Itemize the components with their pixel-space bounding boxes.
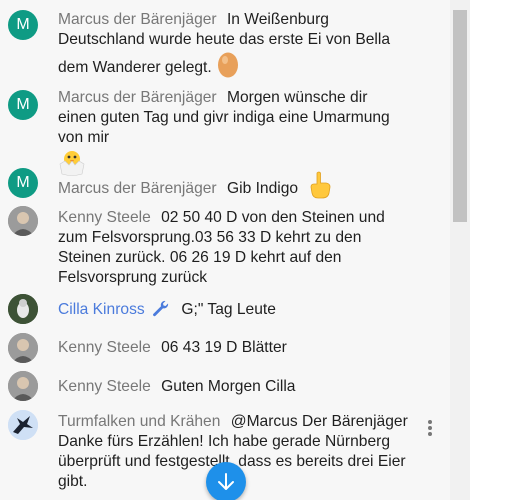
message-body: Marcus der Bärenjäger In Weißenburg Deut… — [58, 10, 398, 84]
author-name[interactable]: Cilla Kinross — [58, 301, 145, 318]
author-name[interactable]: Kenny Steele — [58, 339, 151, 356]
message-text: Guten Morgen Cilla — [161, 378, 296, 395]
avatar[interactable] — [8, 333, 38, 363]
author-name[interactable]: Marcus der Bärenjäger — [58, 11, 217, 28]
arrow-down-icon — [218, 473, 234, 490]
message-body: Cilla Kinross G;" Tag Leute — [58, 299, 398, 323]
side-panel — [470, 0, 521, 500]
avatar-letter: M — [16, 174, 30, 191]
avatar[interactable]: M — [8, 168, 38, 198]
chat-message: Kenny Steele 02 50 40 D von den Steinen … — [0, 206, 450, 286]
message-text: Gib Indigo — [226, 180, 299, 197]
chat-message: Kenny Steele 06 43 19 D Blätter — [0, 333, 450, 363]
message-body: Kenny Steele Guten Morgen Cilla — [58, 377, 398, 397]
avatar[interactable] — [8, 294, 38, 324]
chat-message: Kenny Steele Guten Morgen Cilla — [0, 371, 450, 401]
avatar[interactable] — [8, 371, 38, 401]
author-name[interactable]: Kenny Steele — [58, 378, 151, 395]
bird-silhouette-icon — [8, 410, 38, 440]
avatar[interactable]: M — [8, 90, 38, 120]
chat-message: Cilla Kinross G;" Tag Leute — [0, 294, 450, 324]
scrollbar-thumb[interactable] — [453, 10, 467, 222]
author-name[interactable]: Marcus der Bärenjäger — [58, 180, 217, 197]
chat-message: M Marcus der Bärenjäger Gib Indigo — [0, 168, 450, 200]
user-photo-icon — [8, 371, 38, 401]
bird-photo-icon — [8, 294, 38, 324]
author-name[interactable]: Marcus der Bärenjäger — [58, 89, 217, 106]
avatar[interactable]: M — [8, 10, 38, 40]
chat-message: M Marcus der Bärenjäger Morgen wünsche d… — [0, 88, 450, 176]
egg-icon — [216, 50, 240, 84]
user-photo-icon — [8, 333, 38, 363]
pointing-hand-icon — [308, 171, 332, 205]
avatar-letter: M — [16, 96, 30, 113]
message-text: G;" Tag Leute — [181, 301, 276, 318]
chat-message-list[interactable]: M Marcus der Bärenjäger In Weißenburg De… — [0, 0, 450, 500]
avatar-letter: M — [16, 16, 30, 33]
author-name[interactable]: Turmfalken und Krähen — [58, 413, 220, 430]
scroll-to-bottom-button[interactable] — [206, 462, 246, 500]
chat-message: M Marcus der Bärenjäger In Weißenburg De… — [0, 0, 450, 80]
user-photo-icon — [8, 206, 38, 236]
wrench-icon — [151, 299, 169, 323]
scrollbar[interactable] — [450, 0, 470, 500]
author-name[interactable]: Kenny Steele — [58, 209, 151, 226]
message-body: Marcus der Bärenjäger Gib Indigo — [58, 171, 398, 205]
message-body: Kenny Steele 02 50 40 D von den Steinen … — [58, 208, 398, 288]
message-text: 06 43 19 D Blätter — [161, 339, 287, 356]
more-options-icon[interactable] — [425, 418, 435, 438]
avatar[interactable] — [8, 206, 38, 236]
message-body: Kenny Steele 06 43 19 D Blätter — [58, 338, 398, 358]
avatar[interactable] — [8, 410, 38, 440]
chat-window: M Marcus der Bärenjäger In Weißenburg De… — [0, 0, 521, 500]
